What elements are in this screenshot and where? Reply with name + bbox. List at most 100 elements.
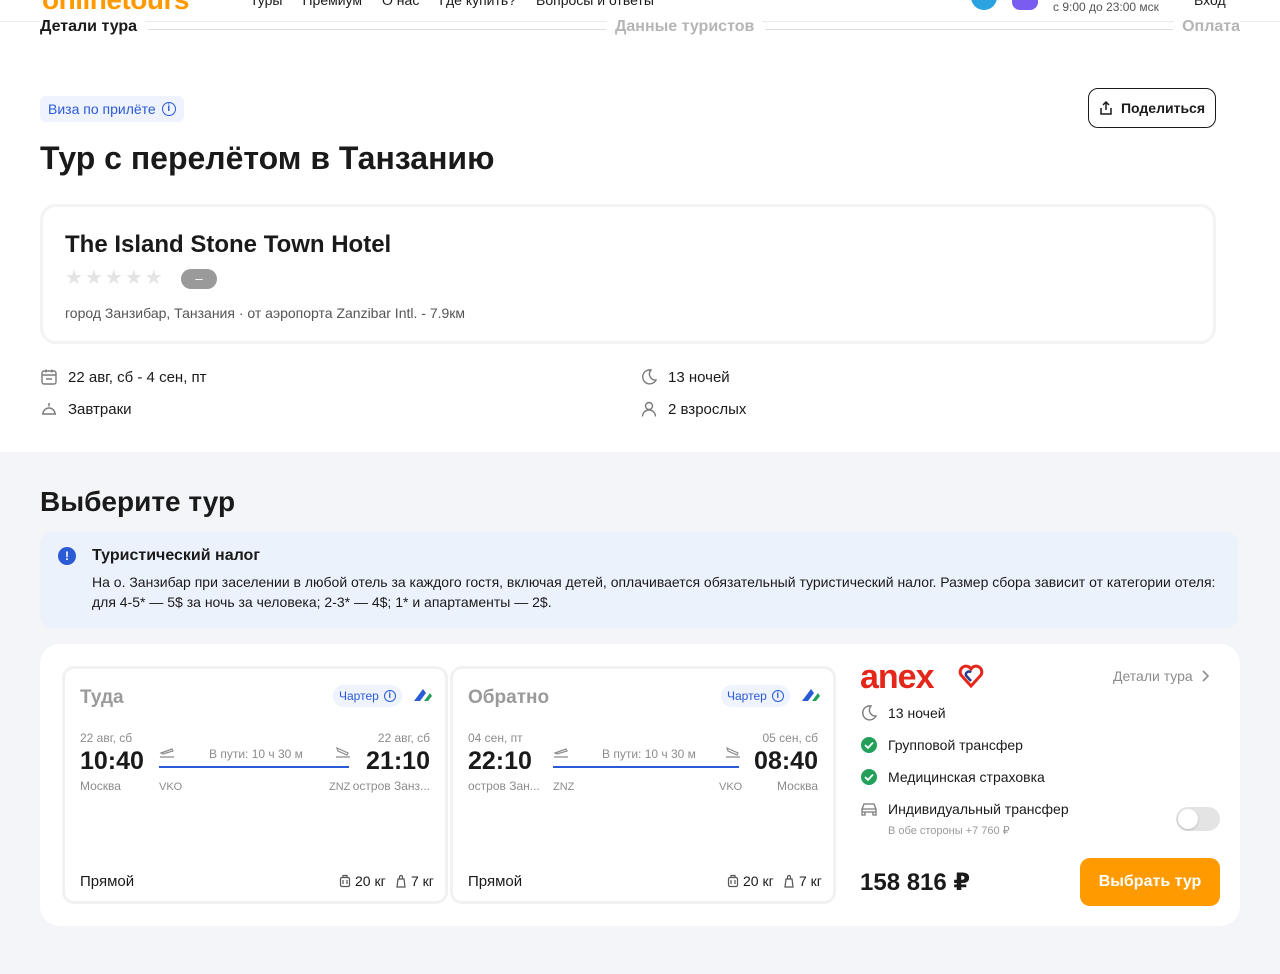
- handbag-icon: [784, 874, 794, 888]
- baggage-weight: 20 кг: [355, 873, 386, 889]
- flight-direction: Туда: [80, 687, 124, 708]
- arrival-city: остров Занз...: [352, 779, 430, 793]
- hotel-location: город Занзибар, Танзания · от аэропорта …: [65, 305, 466, 321]
- offer-individual-transfer: Индивидуальный трансфер: [860, 800, 1069, 818]
- checkout-steps: Детали тура Данные туристов Оплата: [40, 18, 1240, 40]
- heart-logo-icon: [958, 664, 984, 689]
- info-icon[interactable]: i: [771, 690, 784, 702]
- takeoff-icon: [159, 748, 174, 758]
- share-icon: [1100, 101, 1112, 115]
- star-icon: ★: [144, 267, 163, 289]
- charter-badge[interactable]: Чартер i: [721, 685, 790, 707]
- takeoff-icon: [553, 748, 568, 758]
- tour-details-link[interactable]: Детали тура: [1113, 668, 1209, 684]
- page-title: Тур с перелётом в Танзанию: [40, 140, 495, 176]
- food-cloche-icon: [42, 403, 56, 415]
- departure-date: 22 авг, сб: [80, 731, 133, 745]
- site-logo[interactable]: onlinetours: [42, 0, 189, 16]
- landing-icon: [725, 746, 740, 758]
- departure-city: Москва: [80, 779, 121, 793]
- arrival-airport-code: ZNZ: [329, 781, 351, 793]
- tour-price: 158 816 ₽: [860, 869, 971, 896]
- flight-outbound[interactable]: Туда Чартер i 22 авг, сб 10:40 Москва В …: [62, 666, 448, 904]
- flight-type: Прямой: [80, 873, 135, 890]
- individual-transfer-text: Индивидуальный трансфер: [888, 801, 1069, 817]
- baggage-weight: 20 кг: [743, 873, 774, 889]
- step-tour-details: Детали тура: [40, 18, 146, 36]
- viber-icon[interactable]: [1012, 0, 1038, 10]
- offer-nights: 13 ночей: [860, 704, 946, 722]
- hotel-rating-badge: –: [181, 269, 217, 289]
- hotel-stars: ★ ★ ★ ★ ★: [65, 267, 163, 289]
- hand-luggage-allowance: 7 кг: [395, 873, 434, 889]
- star-icon: ★: [84, 267, 103, 289]
- charter-label: Чартер: [339, 689, 379, 703]
- nav-links: Туры Премиум О нас Где купить? Вопросы и…: [250, 0, 654, 8]
- arrival-time: 08:40: [754, 747, 818, 775]
- nav-item-premium[interactable]: Премиум: [302, 0, 362, 8]
- departure-time: 22:10: [468, 747, 532, 775]
- individual-transfer-price: В обе стороны +7 760 ₽: [888, 825, 1010, 837]
- flight-track: [159, 766, 349, 768]
- arrival-time: 21:10: [366, 747, 430, 775]
- offer-nights-text: 13 ночей: [888, 705, 946, 721]
- toggle-knob: [1178, 809, 1198, 829]
- nav-item-faq[interactable]: Вопросы и ответы: [536, 0, 654, 8]
- departure-airport-code: VKO: [159, 781, 183, 793]
- moon-icon: [862, 705, 878, 721]
- hotel-name[interactable]: The Island Stone Town Hotel: [65, 231, 391, 259]
- nav-item-tours[interactable]: Туры: [250, 0, 282, 8]
- handbag-icon: [396, 874, 406, 888]
- hotel-card[interactable]: The Island Stone Town Hotel ★ ★ ★ ★ ★ – …: [40, 204, 1216, 344]
- feature-meals-text: Завтраки: [68, 400, 132, 418]
- notice-title: Туристический налог: [92, 547, 260, 564]
- landing-icon: [335, 746, 350, 758]
- departure-airport-code: ZNZ: [553, 781, 575, 793]
- nav-item-where-buy[interactable]: Где купить?: [439, 0, 516, 8]
- baggage-allowance: 20 кг: [339, 873, 386, 889]
- arrival-date: 22 авг, сб: [377, 731, 430, 745]
- info-icon[interactable]: i: [161, 102, 176, 116]
- flight-type: Прямой: [468, 873, 523, 890]
- hand-luggage-weight: 7 кг: [799, 873, 822, 889]
- info-icon[interactable]: i: [383, 690, 396, 702]
- suitcase-icon: [727, 874, 739, 888]
- flight-return[interactable]: Обратно Чартер i 04 сен, пт 22:10 остров…: [450, 666, 836, 904]
- support-hours: с 9:00 до 23:00 мск: [1053, 0, 1159, 14]
- tax-notice: ! Туристический налог На о. Занзибар при…: [40, 532, 1238, 628]
- share-button[interactable]: Поделиться: [1088, 88, 1216, 128]
- login-link[interactable]: Вход: [1194, 0, 1226, 8]
- step-divider: [148, 29, 606, 30]
- feature-guests-text: 2 взрослых: [668, 400, 747, 418]
- hand-luggage-weight: 7 кг: [411, 873, 434, 889]
- charter-label: Чартер: [727, 689, 767, 703]
- feature-nights-text: 13 ночей: [668, 368, 730, 386]
- visa-badge-label: Виза по прилёте: [48, 101, 156, 117]
- suitcase-icon: [339, 874, 351, 888]
- departure-city: остров Зан...: [468, 779, 540, 793]
- chevron-right-icon: [1202, 670, 1209, 682]
- departure-time: 10:40: [80, 747, 144, 775]
- arrival-city: Москва: [777, 779, 818, 793]
- visa-badge[interactable]: Виза по прилёте i: [40, 96, 184, 122]
- star-icon: ★: [65, 267, 83, 289]
- charter-badge[interactable]: Чартер i: [333, 685, 402, 707]
- arrival-date: 05 сен, сб: [762, 731, 818, 745]
- departure-date: 04 сен, пт: [468, 731, 523, 745]
- feature-dates: 22 авг, сб - 4 сен, пт: [40, 368, 207, 386]
- choose-tour-button[interactable]: Выбрать тур: [1080, 858, 1220, 906]
- operator-logo: anex: [860, 658, 934, 696]
- baggage-allowance: 20 кг: [727, 873, 774, 889]
- offer-group-transfer: Групповой трансфер: [860, 736, 1023, 754]
- individual-transfer-toggle[interactable]: [1176, 807, 1220, 831]
- step-tourists: Данные туристов: [607, 18, 763, 36]
- tour-details-label: Детали тура: [1113, 668, 1193, 684]
- share-label: Поделиться: [1120, 100, 1206, 116]
- offer-insurance: Медицинская страховка: [860, 768, 1045, 786]
- hand-luggage-allowance: 7 кг: [783, 873, 822, 889]
- arrival-airport-code: VKO: [719, 781, 743, 793]
- star-icon: ★: [124, 267, 143, 289]
- nav-item-about[interactable]: О нас: [382, 0, 419, 8]
- telegram-icon[interactable]: [971, 0, 997, 10]
- moon-icon: [642, 369, 658, 385]
